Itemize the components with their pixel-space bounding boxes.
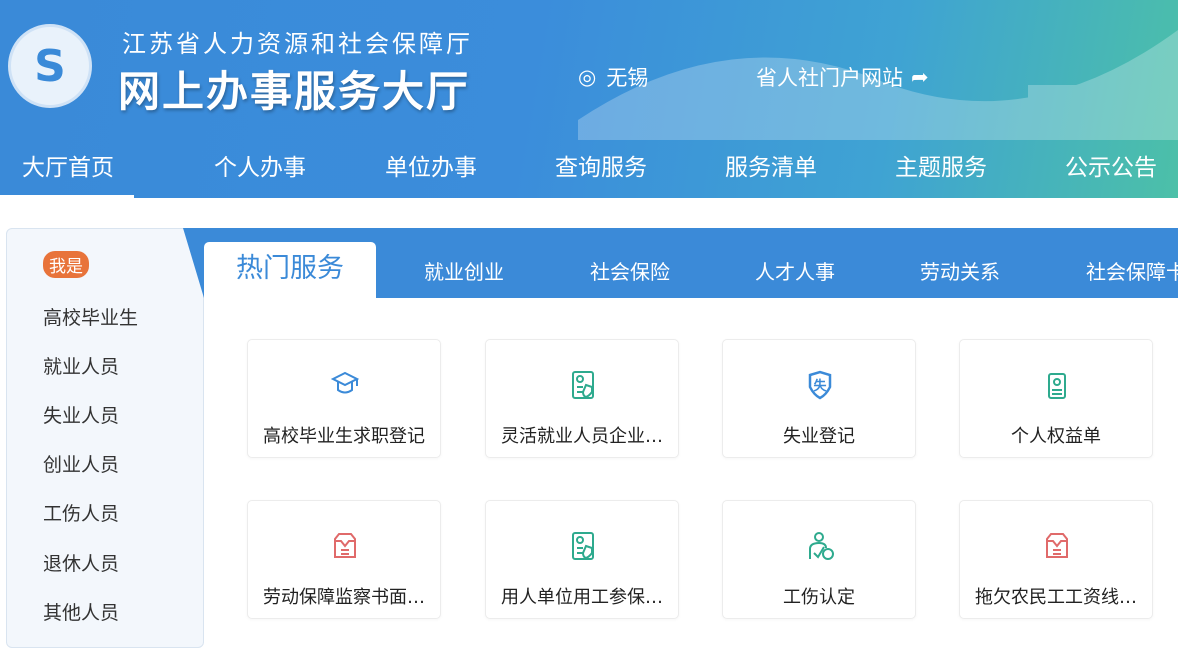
- service-card[interactable]: 拖欠农民工工资线…: [959, 500, 1153, 619]
- inbox-tray-icon: [1046, 533, 1068, 558]
- tab-social-security-card[interactable]: 社会保障卡: [1086, 256, 1178, 285]
- service-card[interactable]: 个人权益单: [959, 339, 1153, 458]
- share-arrow-icon: ➦: [911, 65, 929, 89]
- service-card-label: 灵活就业人员企业…: [501, 426, 663, 447]
- service-card-label: 用人单位用工参保…: [501, 587, 663, 608]
- graduation-cap-icon: [331, 371, 359, 394]
- nav-service-list[interactable]: 服务清单: [725, 148, 817, 182]
- service-card-label: 高校毕业生求职登记: [263, 426, 425, 447]
- logo[interactable]: S: [8, 24, 92, 108]
- tab-social-insurance[interactable]: 社会保险: [590, 256, 670, 285]
- org-name: 江苏省人力资源和社会保障厅: [122, 30, 473, 58]
- sidebar-item-retired[interactable]: 退休人员: [43, 549, 119, 576]
- nav-home[interactable]: 大厅首页: [22, 148, 114, 182]
- svg-text:失: 失: [813, 378, 827, 394]
- service-card-label: 拖欠农民工工资线…: [975, 587, 1137, 608]
- service-card[interactable]: 劳动保障监察书面…: [247, 500, 441, 619]
- portal-link-label: 省人社门户网站: [756, 66, 903, 90]
- location-selector[interactable]: ◎ 无锡: [578, 62, 648, 92]
- nav-topic[interactable]: 主题服务: [895, 148, 987, 182]
- sidebar-item-injured[interactable]: 工伤人员: [43, 499, 119, 526]
- header: S 江苏省人力资源和社会保障厅 网上办事服务大厅 ◎ 无锡 省人社门户网站 ➦ 大厅…: [0, 0, 1178, 198]
- nav-unit[interactable]: 单位办事: [385, 148, 477, 182]
- service-card[interactable]: 失失业登记: [722, 339, 916, 458]
- active-nav-indicator: [0, 195, 134, 198]
- sidebar-item-employed[interactable]: 就业人员: [43, 352, 119, 379]
- location-pin-icon: ◎: [578, 65, 597, 89]
- injured-person-icon: [809, 532, 834, 560]
- service-card[interactable]: 工伤认定: [722, 500, 916, 619]
- service-card[interactable]: 高校毕业生求职登记: [247, 339, 441, 458]
- sidebar-item-other[interactable]: 其他人员: [43, 598, 119, 625]
- unemployment-shield-icon: 失: [808, 370, 832, 400]
- tab-talent[interactable]: 人才人事: [755, 256, 835, 285]
- location-label: 无锡: [606, 66, 649, 90]
- tab-hot-services[interactable]: 热门服务: [204, 242, 376, 298]
- id-card-shield-icon: [572, 371, 594, 399]
- sidebar-item-graduate[interactable]: 高校毕业生: [43, 303, 138, 330]
- nav-query[interactable]: 查询服务: [555, 148, 647, 182]
- main-nav: 大厅首页 个人办事 单位办事 查询服务 服务清单 主题服务 公示公告: [0, 142, 1178, 198]
- identity-sidebar: 我是 高校毕业生 就业人员 失业人员 创业人员 工伤人员 退休人员 其他人员: [6, 228, 204, 648]
- tab-labor-relations[interactable]: 劳动关系: [920, 256, 1000, 285]
- service-card-label: 失业登记: [783, 426, 855, 447]
- service-card-label: 个人权益单: [1011, 426, 1101, 447]
- tab-employment[interactable]: 就业创业: [424, 256, 504, 285]
- clipboard-person-icon: [1048, 373, 1066, 399]
- service-card-label: 工伤认定: [783, 587, 855, 608]
- sidebar-item-unemployed[interactable]: 失业人员: [43, 401, 119, 428]
- service-card[interactable]: 灵活就业人员企业…: [485, 339, 679, 458]
- identity-badge: 我是: [43, 251, 89, 278]
- sidebar-item-entrepreneur[interactable]: 创业人员: [43, 450, 119, 477]
- id-card-check-icon: [572, 532, 594, 560]
- nav-notice[interactable]: 公示公告: [1065, 148, 1157, 182]
- portal-link[interactable]: 省人社门户网站 ➦: [756, 62, 929, 92]
- site-title: 网上办事服务大厅: [118, 67, 471, 116]
- inbox-tray-icon: [334, 533, 356, 558]
- service-card-label: 劳动保障监察书面…: [263, 587, 425, 608]
- service-card[interactable]: 用人单位用工参保…: [485, 500, 679, 619]
- nav-personal[interactable]: 个人办事: [214, 148, 306, 182]
